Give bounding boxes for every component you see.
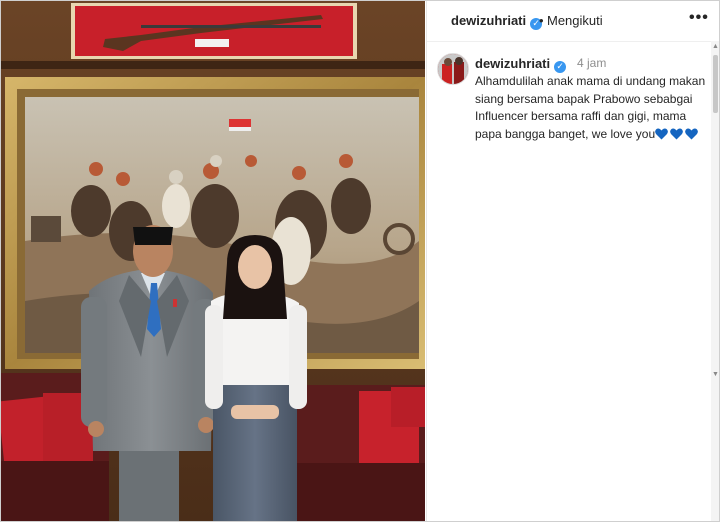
scroll-down-icon[interactable]: ▼ [712, 371, 719, 378]
blue-heart-emoji-icon [655, 127, 700, 141]
verified-badge-icon: ✓ [554, 61, 567, 73]
post-photo[interactable] [1, 1, 425, 521]
instagram-post-window: dewizuhriati ✓ • Mengikuti ••• dewizuhria… [0, 0, 720, 522]
more-options-icon[interactable]: ••• [689, 9, 709, 27]
comments-scrollbar[interactable]: ▲ ▼ [711, 41, 719, 521]
scroll-up-icon[interactable]: ▲ [712, 43, 719, 50]
post-header: dewizuhriati ✓ • Mengikuti ••• [427, 1, 719, 42]
scrollbar-thumb[interactable] [713, 55, 718, 113]
following-button[interactable]: Mengikuti [547, 13, 603, 28]
caption-text: Alhamdulilah anak mama di undang makan s… [475, 74, 706, 141]
caption-author-username[interactable]: dewizuhriati ✓ [475, 56, 567, 73]
post-author-username[interactable]: dewizuhriati ✓ [451, 13, 543, 30]
post-side-panel: dewizuhriati ✓ • Mengikuti ••• dewizuhria… [426, 1, 719, 521]
post-timestamp[interactable]: 4 jam [577, 56, 606, 70]
rifle-display [71, 3, 357, 59]
sofa-right [297, 385, 425, 521]
header-separator: • [539, 13, 544, 28]
avatar[interactable] [437, 53, 469, 85]
